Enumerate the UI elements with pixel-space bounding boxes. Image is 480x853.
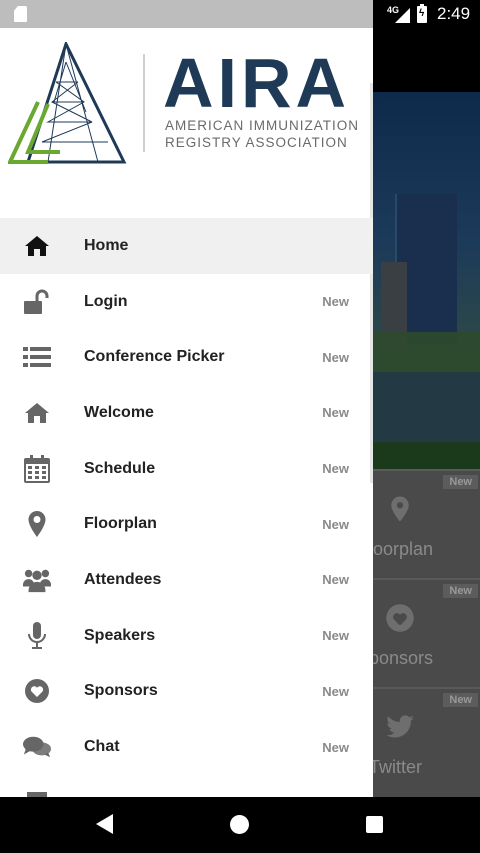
logo-divider (143, 54, 145, 152)
aira-logo-mark (8, 42, 127, 164)
chat-icon (23, 733, 51, 761)
menu-item-label: Chat (84, 738, 120, 756)
new-badge: New (322, 294, 349, 310)
menu-item-label: Sponsors (84, 682, 158, 700)
new-badge: New (322, 349, 349, 365)
twitter-icon (386, 715, 414, 738)
map-pin-icon (391, 496, 409, 522)
status-bar: 4G ϟ 2:49 (0, 0, 480, 28)
heart-icon (386, 604, 414, 632)
new-badge: New (443, 584, 478, 598)
menu-item-chat[interactable]: Chat New (0, 719, 373, 775)
unlock-icon (23, 288, 51, 316)
menu-item-conference-picker[interactable]: Conference Picker New (0, 329, 373, 385)
hero-image (373, 92, 480, 469)
new-badge: New (322, 739, 349, 755)
logo-subtitle-line-2: REGISTRY ASSOCIATION (165, 135, 348, 150)
hero-grass (373, 442, 480, 469)
clock: 2:49 (437, 4, 471, 23)
new-badge: New (322, 572, 349, 588)
menu-item-label: Login (84, 292, 128, 310)
menu-item-attendees[interactable]: Attendees New (0, 552, 373, 608)
tile-label: ponsors (373, 648, 434, 668)
home-icon (23, 399, 51, 427)
drawer-menu: Home Login New Conference Picker New Wel… (0, 218, 373, 797)
tile-floorplan[interactable]: New loorplan (373, 469, 480, 579)
new-badge: New (322, 405, 349, 421)
tile-label: loorplan (373, 539, 434, 559)
aira-logo: AIRA AMERICAN IMMUNIZATION REGISTRY ASSO… (0, 28, 373, 218)
background-app[interactable]: New loorplan New ponsors New Twitter (373, 28, 480, 797)
hero-trees (373, 332, 480, 372)
menu-item-home[interactable]: Home (0, 218, 373, 274)
menu-item-label: Welcome (84, 403, 154, 421)
back-icon[interactable] (96, 814, 113, 834)
menu-item-speakers[interactable]: Speakers New (0, 608, 373, 664)
menu-item-label: Floorplan (84, 515, 157, 533)
app-toolbar (373, 28, 480, 92)
menu-item-label: Home (84, 236, 129, 254)
logo-acronym: AIRA (163, 44, 351, 122)
hero-water (373, 372, 480, 442)
recent-apps-icon[interactable] (366, 816, 383, 833)
menu-item-login[interactable]: Login New (0, 274, 373, 330)
new-badge: New (322, 516, 349, 532)
menu-item-label: Speakers (84, 626, 156, 644)
new-badge: New (322, 628, 349, 644)
menu-item-schedule[interactable]: Schedule New (0, 441, 373, 497)
calendar-icon (23, 454, 51, 483)
tile-twitter[interactable]: New Twitter (373, 687, 480, 797)
menu-item-label: Attendees (84, 570, 162, 588)
menu-item-floorplan[interactable]: Floorplan New (0, 496, 373, 552)
menu-item-label: Conference Picker (84, 348, 225, 366)
new-badge: New (443, 475, 478, 489)
menu-item-label: Schedule (84, 459, 156, 477)
people-icon (23, 566, 51, 594)
system-navigation-bar (0, 797, 480, 853)
navigation-drawer: AIRA AMERICAN IMMUNIZATION REGISTRY ASSO… (0, 28, 373, 797)
sd-card-icon (14, 6, 27, 22)
map-pin-icon (23, 510, 51, 538)
menu-item-partial[interactable] (0, 775, 373, 797)
list-icon (23, 343, 51, 371)
status-bar-left (0, 0, 373, 28)
status-bar-right: 4G ϟ 2:49 (373, 0, 480, 28)
home-icon (23, 232, 51, 260)
menu-item-welcome[interactable]: Welcome New (0, 385, 373, 441)
new-badge: New (322, 683, 349, 699)
new-badge: New (443, 693, 478, 707)
tile-label: Twitter (373, 757, 423, 777)
partial-icon (23, 789, 51, 797)
menu-item-sponsors[interactable]: Sponsors New (0, 664, 373, 720)
heart-icon (23, 677, 51, 705)
battery-icon: ϟ (417, 4, 427, 23)
tile-sponsors[interactable]: New ponsors (373, 578, 480, 688)
home-button-icon[interactable] (230, 815, 249, 834)
signal-icon (395, 8, 410, 23)
logo-subtitle-line-1: AMERICAN IMMUNIZATION (165, 118, 359, 133)
microphone-icon (23, 621, 51, 650)
new-badge: New (322, 461, 349, 477)
